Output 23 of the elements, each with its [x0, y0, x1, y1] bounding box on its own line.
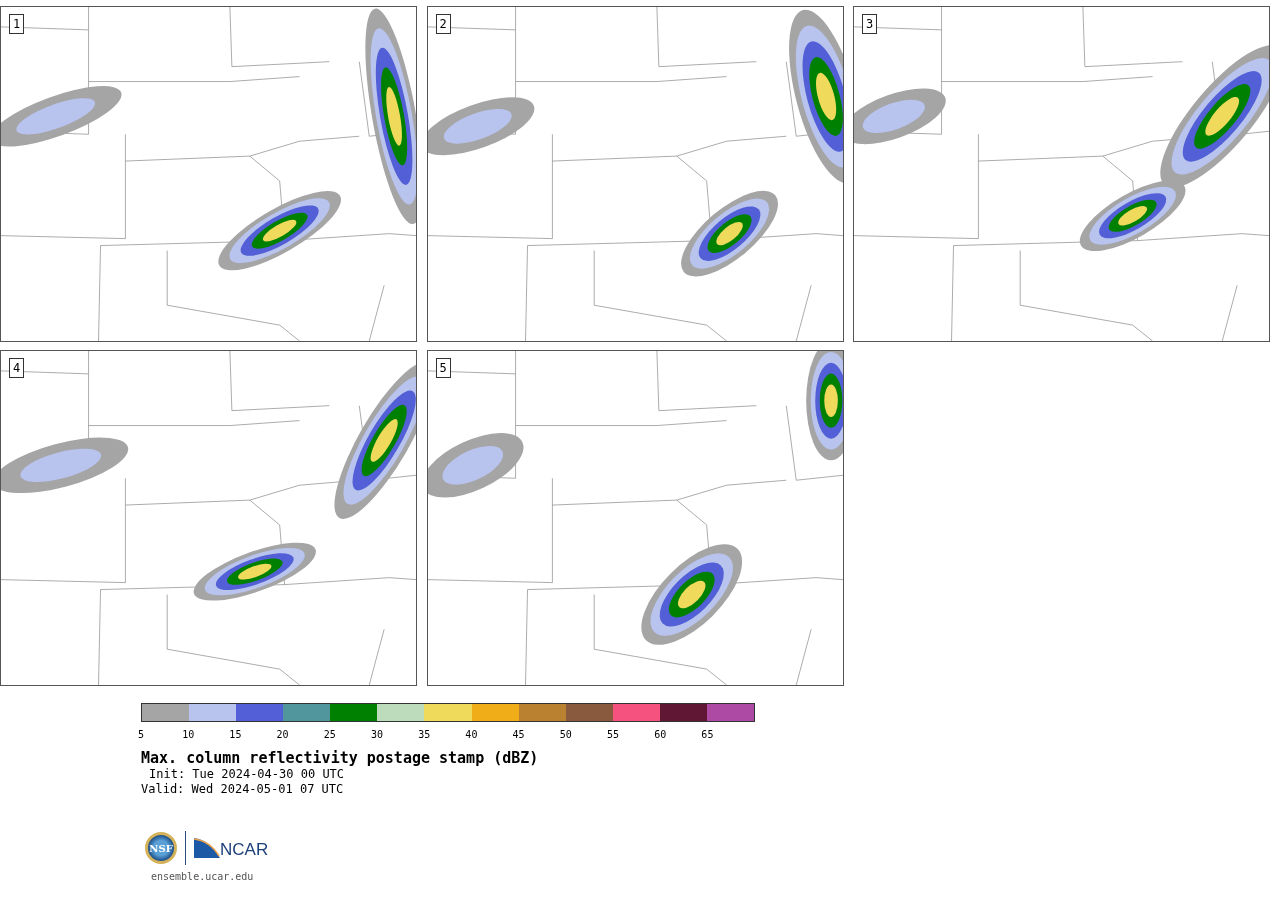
chart-title: Max. column reflectivity postage stamp (dBZ)	[141, 750, 540, 767]
tick-label: 40	[465, 729, 478, 740]
valid-time: Valid: Wed 2024-05-01 07 UTC	[141, 782, 345, 797]
swoosh-icon	[194, 838, 220, 858]
tick-label: 20	[276, 729, 289, 740]
tick-label: 5	[138, 729, 144, 740]
panel-number: 4	[9, 358, 25, 378]
tick-label: 35	[418, 729, 431, 740]
ncar-wordmark: NCAR	[220, 842, 269, 858]
site-url: ensemble.ucar.edu	[151, 871, 255, 882]
tick-label: 30	[371, 729, 383, 740]
tick-label: 55	[607, 729, 619, 740]
tick-label: 60	[654, 729, 667, 740]
panel-number: 3	[862, 14, 878, 34]
tick-label: 10	[182, 729, 195, 740]
init-time: Init: Tue 2024-04-30 00 UTC	[148, 767, 346, 782]
tick-label: 50	[559, 729, 572, 740]
tick-label: 65	[701, 729, 714, 740]
tick-label: 25	[323, 729, 336, 740]
tick-label: 15	[229, 729, 242, 740]
tick-label: 45	[512, 729, 525, 740]
panel-number: 1	[9, 14, 25, 34]
nsf-logo: NSF	[145, 832, 177, 864]
